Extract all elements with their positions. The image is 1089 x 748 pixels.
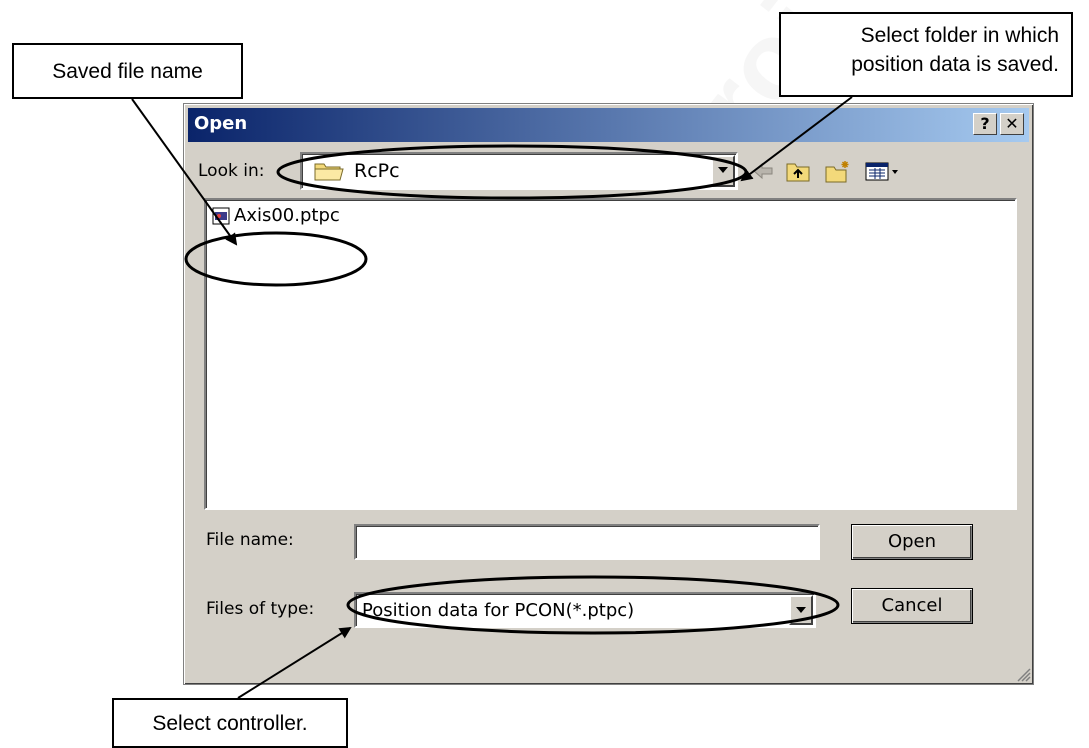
look-in-value: RcPc	[354, 160, 400, 182]
back-icon[interactable]	[750, 158, 778, 184]
callout-saved-file-name: Saved file name	[12, 43, 243, 99]
file-list[interactable]: Axis00.ptpc	[204, 198, 1017, 510]
title-bar[interactable]: Open ? ✕	[188, 108, 1029, 142]
callout-saved-file-name-text: Saved file name	[52, 59, 203, 83]
ptpc-file-icon	[212, 207, 230, 224]
files-of-type-value: Position data for PCON(*.ptpc)	[362, 600, 635, 621]
open-button[interactable]: Open	[851, 524, 973, 560]
look-in-label: Look in:	[198, 161, 265, 181]
open-dialog: Open ? ✕ Look in: RcPc Axis00.ptpc File …	[183, 103, 1034, 685]
dialog-title: Open	[194, 113, 248, 134]
files-of-type-dropdown-button[interactable]	[789, 595, 813, 625]
callout-select-folder-line2: position data is saved.	[851, 53, 1059, 76]
file-name-label: File name:	[206, 530, 294, 550]
callout-select-folder-line1: Select folder in which	[860, 24, 1059, 47]
callout-select-folder: Select folder in which position data is …	[779, 12, 1073, 97]
look-in-combobox[interactable]: RcPc	[300, 152, 738, 190]
resize-grip-icon[interactable]	[1015, 666, 1031, 682]
new-folder-icon[interactable]	[824, 158, 852, 184]
files-of-type-select[interactable]: Position data for PCON(*.ptpc)	[354, 592, 816, 628]
help-button[interactable]: ?	[973, 113, 997, 135]
list-item[interactable]: Axis00.ptpc	[212, 205, 340, 226]
callout-select-controller: Select controller.	[112, 698, 348, 748]
look-in-dropdown-button[interactable]	[711, 155, 735, 187]
up-folder-icon[interactable]	[784, 158, 812, 184]
view-menu-icon[interactable]	[864, 158, 904, 184]
folder-icon	[314, 163, 344, 181]
files-of-type-label: Files of type:	[206, 599, 315, 619]
file-name-input[interactable]	[354, 524, 820, 560]
cancel-button[interactable]: Cancel	[851, 588, 973, 624]
file-name-text: Axis00.ptpc	[234, 205, 340, 226]
callout-select-controller-text: Select controller.	[152, 711, 308, 735]
close-button[interactable]: ✕	[1000, 113, 1024, 135]
